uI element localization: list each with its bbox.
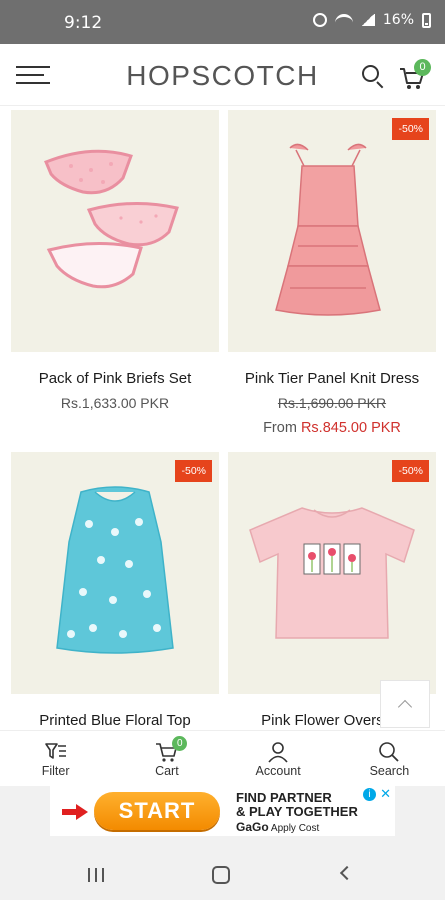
nav-account[interactable]: Account: [223, 731, 334, 786]
ad-content[interactable]: START FIND PARTNER & PLAY TOGETHER GaGo …: [50, 786, 395, 836]
wifi-icon: [334, 14, 353, 26]
battery-percent: 16%: [382, 12, 414, 28]
product-old-price: Rs.1,690.00 PKR: [228, 395, 436, 411]
ad-tagline: Apply Cost: [270, 823, 320, 834]
discount-badge: -50%: [175, 460, 212, 482]
product-card[interactable]: Pack of Pink Briefs Set Rs.1,633.00 PKR: [11, 110, 219, 411]
home-button[interactable]: [212, 866, 230, 884]
pink-tshirt-image[interactable]: -50%: [228, 452, 436, 694]
pink-briefs-image[interactable]: [11, 110, 219, 352]
blue-floral-top-image[interactable]: -50%: [11, 452, 219, 694]
discount-badge: -50%: [392, 118, 429, 140]
back-button[interactable]: [339, 865, 355, 881]
ad-banner: START FIND PARTNER & PLAY TOGETHER GaGo …: [0, 786, 445, 848]
nav-label: Search: [369, 764, 410, 778]
ad-line3: GaGo Apply Cost: [236, 820, 386, 836]
screen: 9:12 16% HOPSCOTCH 0 Pack of Pink Briefs…: [0, 0, 445, 900]
product-name[interactable]: Printed Blue Floral Top: [11, 712, 219, 729]
app-header: HOPSCOTCH 0: [0, 44, 445, 106]
search-icon: [379, 742, 400, 762]
nav-search[interactable]: Search: [334, 731, 445, 786]
product-card[interactable]: -50% Pink Tier Panel Knit Dress Rs.1,690…: [228, 110, 436, 436]
scroll-to-top-button[interactable]: [380, 680, 430, 728]
account-icon: [268, 742, 288, 763]
original-price: Rs.1,690.00 PKR: [277, 395, 387, 411]
search-icon[interactable]: [362, 65, 386, 89]
status-bar: 9:12 16%: [0, 0, 445, 44]
alarm-icon: [312, 13, 327, 27]
system-nav-bar: [0, 848, 445, 900]
ad-start-button[interactable]: START: [94, 792, 220, 830]
product-name[interactable]: Pink Tier Panel Knit Dress: [228, 370, 436, 387]
nav-label: Filter: [41, 764, 70, 778]
sale-price: Rs.845.00 PKR: [300, 420, 401, 436]
from-label: From: [263, 420, 297, 436]
ad-close-icon[interactable]: ✕: [380, 786, 391, 802]
product-grid: Pack of Pink Briefs Set Rs.1,633.00 PKR …: [0, 106, 445, 730]
discount-badge: -50%: [392, 460, 429, 482]
battery-icon: [422, 12, 431, 28]
nav-label: Account: [255, 764, 301, 778]
cart-count-badge: 0: [172, 736, 188, 751]
product-price: Rs.1,633.00 PKR: [60, 395, 170, 411]
product-card[interactable]: -50% Printed Blue Floral Top: [11, 452, 219, 729]
product-sale-price: From Rs.845.00 PKR: [228, 420, 436, 436]
arrow-right-icon: [62, 804, 88, 820]
nav-filter[interactable]: Filter: [0, 731, 111, 786]
ad-brand: GaGo: [236, 820, 269, 834]
ad-info-icon[interactable]: i: [363, 788, 376, 801]
status-time: 9:12: [64, 13, 103, 33]
nav-cart[interactable]: 0 Cart: [111, 731, 222, 786]
signal-icon: [360, 14, 375, 26]
status-icons: 16%: [312, 12, 431, 28]
recent-apps-button[interactable]: [88, 868, 106, 882]
ad-line2: & PLAY TOGETHER: [236, 804, 358, 819]
product-name[interactable]: Pack of Pink Briefs Set: [11, 370, 219, 387]
cart-count-badge: 0: [414, 59, 431, 76]
bottom-nav: Filter 0 Cart Account Search: [0, 730, 445, 786]
filter-icon: [44, 743, 66, 759]
pink-dress-image[interactable]: -50%: [228, 110, 436, 352]
nav-label: Cart: [155, 764, 179, 778]
